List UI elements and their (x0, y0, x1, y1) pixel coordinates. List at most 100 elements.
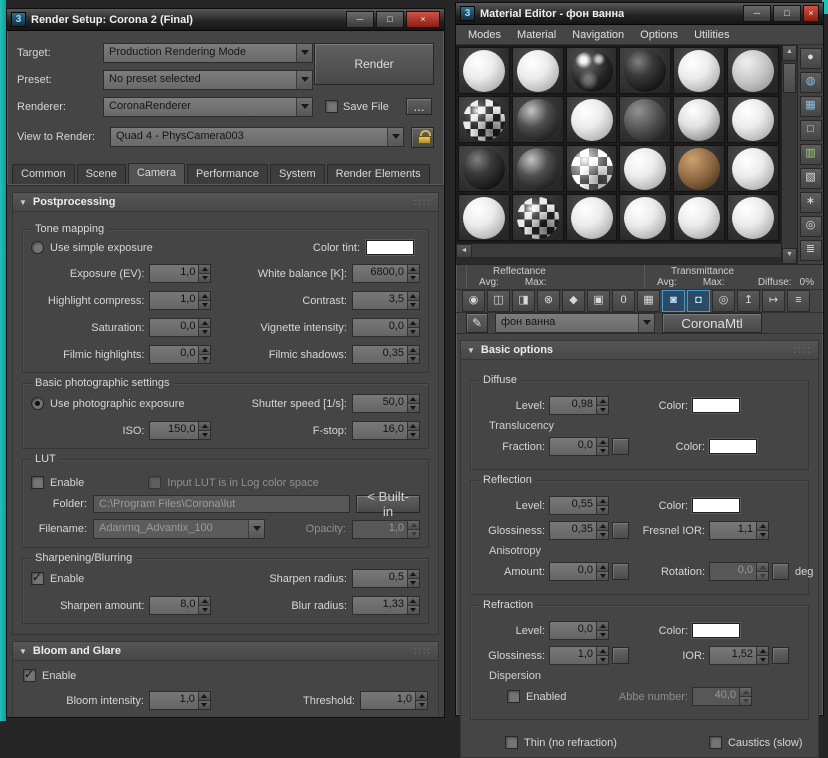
spinner-field[interactable]: 1,0 (361, 692, 415, 709)
spinner-arrows[interactable] (596, 522, 608, 539)
spinner-down-icon[interactable] (408, 328, 419, 336)
scroll-down-icon[interactable]: ▼ (782, 248, 797, 264)
spinner-arrows[interactable] (596, 563, 608, 580)
render-button[interactable]: Render (314, 43, 434, 85)
spinner-field[interactable]: 1,0 (150, 265, 198, 282)
menu-navigation[interactable]: Navigation (564, 29, 632, 41)
sharpen-amount-spinner[interactable]: 8,0 (149, 596, 211, 615)
rollout-grip-icon[interactable]: ∷∷ (414, 645, 432, 658)
go-to-parent-button[interactable]: ↥ (737, 290, 760, 312)
maximize-icon[interactable]: □ (376, 11, 404, 28)
spinner-arrows[interactable] (407, 422, 419, 439)
put-to-library-button[interactable]: ▣ (587, 290, 610, 312)
render-setup-titlebar[interactable]: 3 Render Setup: Corona 2 (Final) ─ □ × (7, 9, 444, 31)
material-sample-slot[interactable] (566, 96, 618, 143)
combo-arrow-icon[interactable] (638, 314, 654, 332)
sharpen-radius-spinner[interactable]: 0,5 (352, 569, 420, 588)
spinner-arrows[interactable] (198, 265, 210, 282)
scroll-left-icon[interactable]: ◄ (456, 244, 472, 258)
spinner-field[interactable]: 0,35 (550, 522, 596, 539)
spinner-field[interactable]: 1,52 (710, 647, 756, 664)
spinner-down-icon[interactable] (597, 572, 608, 580)
spinner-down-icon[interactable] (597, 531, 608, 539)
spinner-field[interactable]: 1,0 (550, 647, 596, 664)
spinner-down-icon[interactable] (199, 274, 210, 282)
save-file-checkbox[interactable] (325, 100, 338, 113)
spinner-field[interactable]: 0,35 (353, 346, 407, 363)
amount-map-button[interactable] (612, 563, 629, 580)
use-simple-exposure-radio[interactable] (31, 241, 44, 254)
spinner-down-icon[interactable] (199, 431, 210, 439)
tab-common[interactable]: Common (12, 164, 75, 184)
show-shaded-viewport-button[interactable]: ◙ (662, 290, 685, 312)
spinner-field[interactable]: 16,0 (353, 422, 407, 439)
spinner-arrows[interactable] (596, 622, 608, 639)
lut-log-checkbox[interactable] (148, 476, 161, 489)
spinner-up-icon[interactable] (597, 522, 608, 531)
color-tint-swatch[interactable] (366, 240, 414, 255)
tab-system[interactable]: System (270, 164, 325, 184)
iso-spinner[interactable]: 150,0 (149, 421, 211, 440)
minimize-icon[interactable]: ─ (346, 11, 374, 28)
spinner-down-icon[interactable] (416, 701, 427, 709)
postprocessing-rollout-header[interactable]: ▼ Postprocessing ∷∷ (13, 193, 438, 212)
spinner-down-icon[interactable] (597, 631, 608, 639)
spinner-up-icon[interactable] (408, 597, 419, 606)
spinner-down-icon[interactable] (740, 697, 751, 705)
ior-spinner[interactable]: 1,52 (709, 646, 769, 665)
basic-options-rollout-header[interactable]: ▼ Basic options ∷∷ (461, 341, 818, 360)
spinner-arrows[interactable] (596, 438, 608, 455)
glossiness-map-button[interactable] (612, 522, 629, 539)
material-sample-slot[interactable] (566, 194, 618, 241)
spinner-field[interactable]: 50,0 (353, 395, 407, 412)
bloom-enable-checkbox[interactable] (23, 669, 36, 682)
spinner-down-icon[interactable] (199, 606, 210, 614)
background-icon[interactable]: ▦ (800, 96, 822, 117)
renderer-dropdown[interactable]: CoronaRenderer (103, 97, 313, 117)
use-photographic-exposure-radio[interactable] (31, 397, 44, 410)
spinner-field[interactable]: 0,5 (353, 570, 407, 587)
material-sample-slot[interactable] (458, 96, 510, 143)
fraction-spinner[interactable]: 0,0 (549, 437, 609, 456)
spinner-arrows[interactable] (596, 397, 608, 414)
spinner-down-icon[interactable] (408, 404, 419, 412)
highlight-compress-spinner[interactable]: 1,0 (149, 291, 211, 310)
combo-arrow-icon[interactable] (296, 71, 312, 89)
close-icon[interactable]: × (803, 5, 819, 22)
spinner-field[interactable]: 150,0 (150, 422, 198, 439)
spinner-up-icon[interactable] (199, 265, 210, 274)
bloom-intensity-spinner[interactable]: 1,0 (149, 691, 211, 710)
spinner-up-icon[interactable] (199, 346, 210, 355)
spinner-field[interactable]: 0,55 (550, 497, 596, 514)
spinner-up-icon[interactable] (199, 319, 210, 328)
spinner-down-icon[interactable] (199, 301, 210, 309)
saturation-spinner[interactable]: 0,0 (149, 318, 211, 337)
menu-material[interactable]: Material (509, 29, 564, 41)
menu-options[interactable]: Options (632, 29, 686, 41)
spinner-arrows[interactable] (756, 563, 768, 580)
material-sample-slot[interactable] (727, 145, 779, 192)
material-sample-slot[interactable] (512, 145, 564, 192)
spinner-field[interactable]: 1,0 (150, 292, 198, 309)
material-id-button[interactable]: 0 (612, 290, 635, 312)
spinner-arrows[interactable] (415, 692, 427, 709)
material-sample-slot[interactable] (727, 96, 779, 143)
ior-map-button[interactable] (772, 647, 789, 664)
save-file-browse-button[interactable]: ... (406, 98, 432, 115)
spinner-up-icon[interactable] (597, 622, 608, 631)
combo-arrow-icon[interactable] (248, 520, 264, 538)
vignette-intensity-spinner[interactable]: 0,0 (352, 318, 420, 337)
view-to-render-dropdown[interactable]: Quad 4 - PhysCamera003 (110, 127, 404, 147)
fstop-spinner[interactable]: 16,0 (352, 421, 420, 440)
maximize-icon[interactable]: □ (773, 5, 801, 22)
spinner-down-icon[interactable] (597, 447, 608, 455)
spinner-field[interactable]: 1,33 (353, 597, 407, 614)
spinner-arrows[interactable] (407, 521, 419, 538)
spinner-up-icon[interactable] (757, 563, 768, 572)
spinner-field[interactable]: 0,0 (550, 622, 596, 639)
spinner-down-icon[interactable] (199, 355, 210, 363)
spinner-arrows[interactable] (198, 692, 210, 709)
spinner-arrows[interactable] (407, 292, 419, 309)
material-sample-slot[interactable] (512, 96, 564, 143)
menu-utilities[interactable]: Utilities (686, 29, 737, 41)
